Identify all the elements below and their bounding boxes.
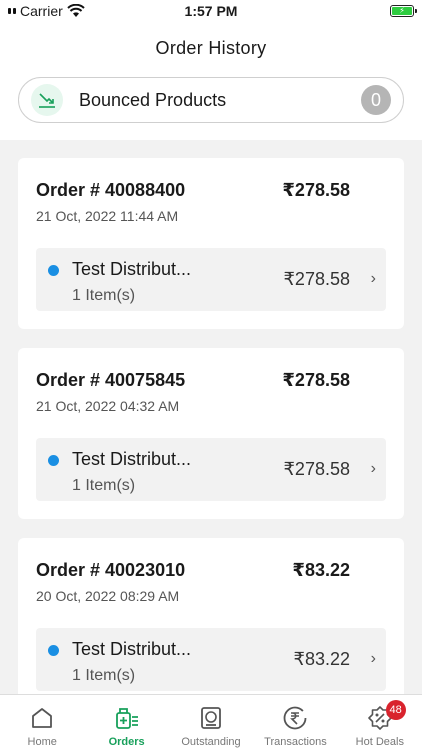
- order-number: Order # 40088400: [36, 180, 186, 200]
- distributor-name: Test Distribut...: [72, 449, 192, 469]
- distributor-row[interactable]: Test Distribut... 1 Item(s) ₹278.58 ›: [36, 248, 386, 311]
- item-count: 1 Item(s): [72, 287, 136, 304]
- order-total: ₹83.22: [292, 560, 350, 580]
- tab-transactions[interactable]: Transactions: [253, 695, 337, 750]
- status-dot-icon: [48, 455, 59, 466]
- distributor-amount: ₹278.58: [283, 269, 350, 289]
- item-count: 1 Item(s): [72, 667, 136, 684]
- order-date: 21 Oct, 2022 04:32 AM: [36, 398, 180, 414]
- home-icon: [32, 708, 53, 728]
- header: Order History Bounced Products 0: [0, 24, 422, 140]
- distributor-row[interactable]: Test Distribut... 1 Item(s) ₹278.58 ›: [36, 438, 386, 501]
- order-card[interactable]: Order # 40088400 ₹278.58 21 Oct, 2022 11…: [18, 158, 404, 329]
- tab-label: Transactions: [264, 736, 327, 748]
- battery-icon: ⚡: [390, 5, 417, 17]
- order-date: 20 Oct, 2022 08:29 AM: [36, 588, 180, 604]
- status-bar: Carrier 1:57 PM ⚡: [0, 0, 422, 24]
- status-time: 1:57 PM: [184, 3, 238, 19]
- order-date: 21 Oct, 2022 11:44 AM: [36, 208, 179, 224]
- page-title: Order History: [155, 38, 267, 58]
- bounced-products-label: Bounced Products: [79, 89, 227, 110]
- tab-label: Home: [27, 736, 57, 748]
- tab-hot-deals[interactable]: Hot Deals 48: [338, 695, 422, 750]
- tab-orders[interactable]: Orders: [84, 695, 168, 750]
- distributor-amount: ₹278.58: [283, 459, 350, 479]
- distributor-row[interactable]: Test Distribut... 1 Item(s) ₹83.22 ›: [36, 628, 386, 691]
- chevron-right-icon: ›: [370, 270, 376, 287]
- order-number: Order # 40023010: [36, 560, 186, 580]
- distributor-amount: ₹83.22: [293, 649, 351, 669]
- order-list: Order # 40088400 ₹278.58 21 Oct, 2022 11…: [18, 158, 404, 728]
- order-total: ₹278.58: [282, 180, 350, 200]
- status-dot-icon: [48, 645, 59, 656]
- distributor-name: Test Distribut...: [72, 259, 192, 279]
- bounced-count-badge: 0: [361, 85, 391, 115]
- tab-label: Orders: [108, 736, 145, 748]
- orders-icon: [115, 708, 138, 729]
- item-count: 1 Item(s): [72, 477, 136, 494]
- chevron-right-icon: ›: [370, 650, 376, 667]
- notification-badge: 48: [385, 700, 406, 720]
- tab-bar: Home Orders Outstanding Transactions Hot…: [0, 694, 422, 750]
- outstanding-icon: [201, 707, 221, 729]
- order-card[interactable]: Order # 40075845 ₹278.58 21 Oct, 2022 04…: [18, 348, 404, 519]
- order-number: Order # 40075845: [36, 370, 186, 390]
- tab-label: Outstanding: [181, 736, 241, 748]
- tab-outstanding[interactable]: Outstanding: [169, 695, 253, 750]
- chevron-right-icon: ›: [370, 460, 376, 477]
- rupee-icon: [284, 706, 307, 730]
- status-dot-icon: [48, 265, 59, 276]
- order-total: ₹278.58: [282, 370, 350, 390]
- tab-home[interactable]: Home: [0, 695, 84, 750]
- distributor-name: Test Distribut...: [72, 639, 192, 659]
- trend-down-icon: [31, 84, 63, 116]
- tab-label: Hot Deals: [355, 736, 404, 748]
- bounced-products-button[interactable]: Bounced Products 0: [18, 77, 404, 123]
- order-card[interactable]: Order # 40023010 ₹83.22 20 Oct, 2022 08:…: [18, 538, 404, 709]
